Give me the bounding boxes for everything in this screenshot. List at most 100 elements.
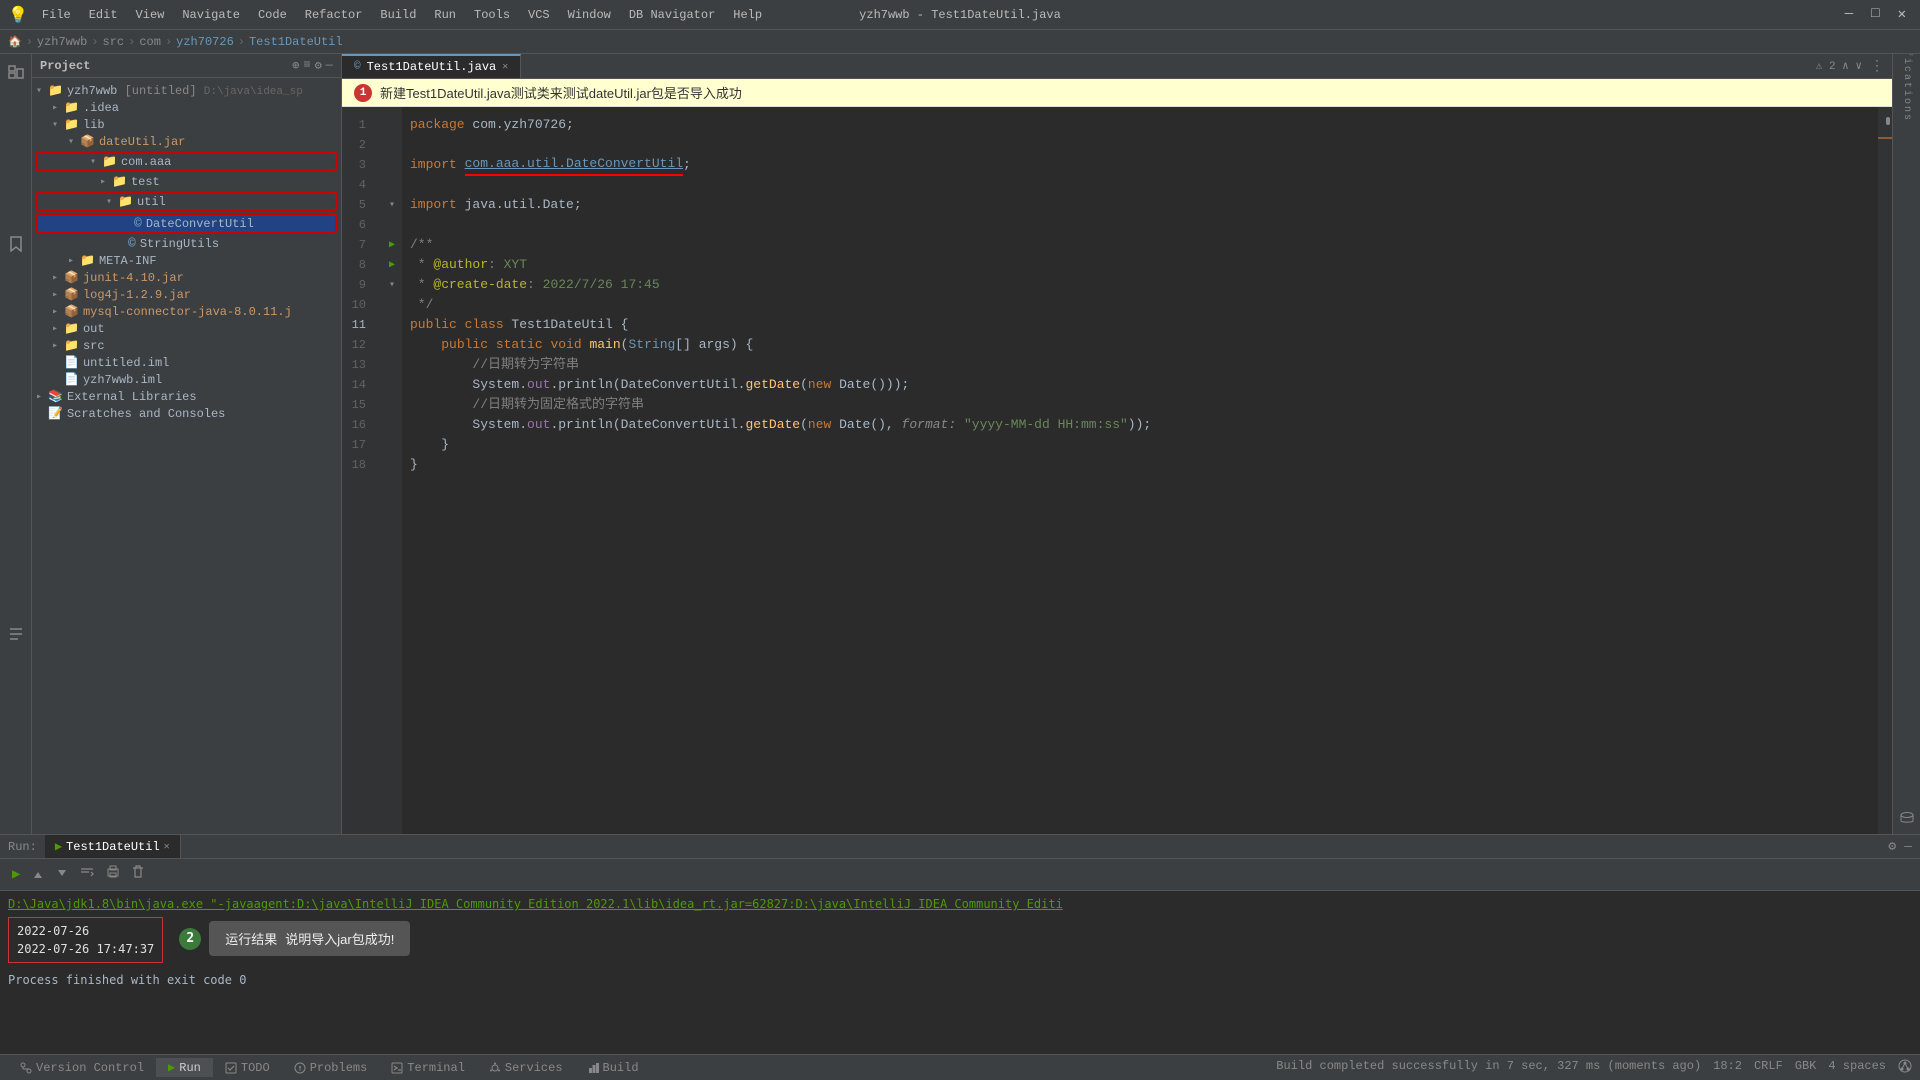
editor-scrollbar[interactable]	[1878, 107, 1892, 834]
breadcrumb-package[interactable]: yzh70726	[176, 35, 234, 49]
run-settings-icon[interactable]: ⚙	[1888, 839, 1896, 854]
menu-vcs[interactable]: VCS	[520, 6, 558, 24]
menu-tools[interactable]: Tools	[466, 6, 518, 24]
code-line-16: System.out.println(DateConvertUtil.getDa…	[410, 415, 1870, 435]
panel-icon-settings[interactable]: ⚙	[315, 58, 322, 73]
status-tab-build[interactable]: Build	[575, 1058, 651, 1077]
breadcrumb-com[interactable]: com	[139, 35, 161, 49]
arrow-icon: ▾	[68, 136, 80, 148]
panel-icon-minimize[interactable]: —	[326, 58, 333, 73]
tree-item-dateconvert[interactable]: © DateConvertUtil	[36, 213, 337, 234]
tree-item-util[interactable]: ▾ 📁 util	[36, 191, 337, 212]
tree-item-root[interactable]: ▾ 📁 yzh7wwb [untitled] D:\java\idea_sp	[32, 82, 341, 99]
gutter-collapse-12[interactable]: ▾	[382, 275, 402, 295]
tree-item-lib[interactable]: ▾ 📁 lib	[32, 116, 341, 133]
tree-item-out[interactable]: ▸ 📁 out	[32, 320, 341, 337]
menu-file[interactable]: File	[34, 6, 79, 24]
tree-item-stringutils[interactable]: © StringUtils	[32, 235, 341, 252]
gutter-run-12[interactable]: ▶	[382, 255, 402, 275]
title-bar: 💡 File Edit View Navigate Code Refactor …	[0, 0, 1920, 30]
editor-menu-icon[interactable]: ⋮	[1870, 58, 1884, 75]
run-tab-label: Test1DateUtil	[66, 840, 160, 854]
close-button[interactable]: ✕	[1892, 4, 1912, 25]
status-tab-terminal[interactable]: Terminal	[379, 1058, 477, 1077]
status-tab-versioncontrol[interactable]: Version Control	[8, 1058, 156, 1077]
git-icon[interactable]	[1898, 1059, 1912, 1077]
arrow-icon: ▾	[52, 119, 64, 131]
soft-wrap-button[interactable]	[76, 864, 98, 885]
run-panel-header: Run: ▶ Test1DateUtil ✕ ⚙ —	[0, 835, 1920, 859]
tree-item-idea[interactable]: ▸ 📁 .idea	[32, 99, 341, 116]
breadcrumb-src[interactable]: src	[103, 35, 125, 49]
status-tab-run[interactable]: ▶ Run	[156, 1058, 213, 1077]
sidebar-icon-bookmark[interactable]	[2, 230, 30, 258]
print-button[interactable]	[102, 863, 124, 886]
tree-item-mysql[interactable]: ▸ 📦 mysql-connector-java-8.0.11.j	[32, 303, 341, 320]
menu-help[interactable]: Help	[725, 6, 770, 24]
delete-button[interactable]	[128, 863, 148, 886]
tree-item-junit[interactable]: ▸ 📦 junit-4.10.jar	[32, 269, 341, 286]
panel-icon-scope[interactable]: ⊕	[292, 58, 299, 73]
tree-item-src[interactable]: ▸ 📁 src	[32, 337, 341, 354]
menu-dbnavigator[interactable]: DB Navigator	[621, 6, 723, 24]
sidebar-icon-project[interactable]	[2, 58, 30, 86]
menu-run[interactable]: Run	[426, 6, 464, 24]
status-tab-services[interactable]: Services	[477, 1058, 575, 1077]
tree-item-dateutil[interactable]: ▾ 📦 dateUtil.jar	[32, 133, 341, 150]
run-tab-close[interactable]: ✕	[164, 841, 170, 853]
code-line-15: //日期转为固定格式的字符串	[410, 395, 1870, 415]
run-again-button[interactable]: ▶	[8, 864, 24, 885]
maximize-button[interactable]: □	[1865, 4, 1885, 25]
code-line-4	[410, 175, 1870, 195]
scroll-down-button[interactable]	[52, 865, 72, 885]
code-line-14: System.out.println(DateConvertUtil.getDa…	[410, 375, 1870, 395]
menu-window[interactable]: Window	[560, 6, 619, 24]
gutter-collapse-7[interactable]: ▾	[382, 195, 402, 215]
run-minimize-icon[interactable]: —	[1904, 839, 1912, 854]
menu-code[interactable]: Code	[250, 6, 295, 24]
menu-refactor[interactable]: Refactor	[297, 6, 371, 24]
arrow-icon: ▾	[36, 85, 48, 97]
tree-item-yzh7wwb-iml[interactable]: 📄 yzh7wwb.iml	[32, 371, 341, 388]
menu-navigate[interactable]: Navigate	[174, 6, 248, 24]
file-icon: 📄	[64, 355, 79, 370]
scroll-up-button[interactable]	[28, 868, 48, 882]
tree-item-metainf[interactable]: ▸ 📁 META-INF	[32, 252, 341, 269]
tree-item-extlibs[interactable]: ▸ 📚 External Libraries	[32, 388, 341, 405]
tree-label: External Libraries	[67, 390, 197, 404]
tree-item-untitled-iml[interactable]: 📄 untitled.iml	[32, 354, 341, 371]
run-tab-test1dateutil[interactable]: ▶ Test1DateUtil ✕	[45, 835, 181, 858]
status-tab-problems[interactable]: Problems	[282, 1058, 380, 1077]
libs-icon: 📚	[48, 389, 63, 404]
menu-view[interactable]: View	[128, 6, 173, 24]
run-output-date2: 2022-07-26 17:47:37	[17, 940, 154, 958]
run-output-line-cmd[interactable]: D:\Java\jdk1.8\bin\java.exe "-javaagent:…	[8, 895, 1912, 913]
line-num-6: 6	[342, 215, 374, 235]
notifications-icon[interactable]: Notifications	[1895, 58, 1919, 82]
folder-icon: 📁	[64, 321, 79, 336]
tab-close-button[interactable]: ✕	[502, 61, 508, 73]
class-icon: ©	[128, 236, 136, 251]
tree-item-log4j[interactable]: ▸ 📦 log4j-1.2.9.jar	[32, 286, 341, 303]
breadcrumb-project[interactable]: yzh7wwb	[37, 35, 87, 49]
line-num-8: 8	[342, 255, 374, 275]
gutter-run-11[interactable]: ▶	[382, 235, 402, 255]
tree-label: .idea	[83, 101, 119, 115]
status-right: Build completed successfully in 7 sec, 3…	[1276, 1059, 1912, 1077]
sidebar-icon-structure[interactable]	[2, 620, 30, 648]
breadcrumb-class[interactable]: Test1DateUtil	[249, 35, 343, 49]
editor-tab-test1dateutil[interactable]: © Test1DateUtil.java ✕	[342, 54, 521, 78]
menu-build[interactable]: Build	[372, 6, 424, 24]
window-title: yzh7wwb - Test1DateUtil.java	[859, 8, 1061, 22]
tree-item-comaaa[interactable]: ▾ 📁 com.aaa	[36, 151, 337, 172]
tree-item-scratches[interactable]: 📝 Scratches and Consoles	[32, 405, 341, 422]
status-tab-todo[interactable]: TODO	[213, 1058, 282, 1077]
minimize-button[interactable]: —	[1839, 4, 1859, 25]
panel-icon-collapse[interactable]: ≡	[303, 58, 310, 73]
tree-item-test[interactable]: ▸ 📁 test	[32, 173, 341, 190]
menu-edit[interactable]: Edit	[81, 6, 126, 24]
window-controls: — □ ✕	[1839, 4, 1912, 25]
code-content[interactable]: package com.yzh70726; import com.aaa.uti…	[402, 107, 1878, 834]
db-browser-icon[interactable]	[1895, 806, 1919, 830]
line-num-15: 15	[342, 395, 374, 415]
